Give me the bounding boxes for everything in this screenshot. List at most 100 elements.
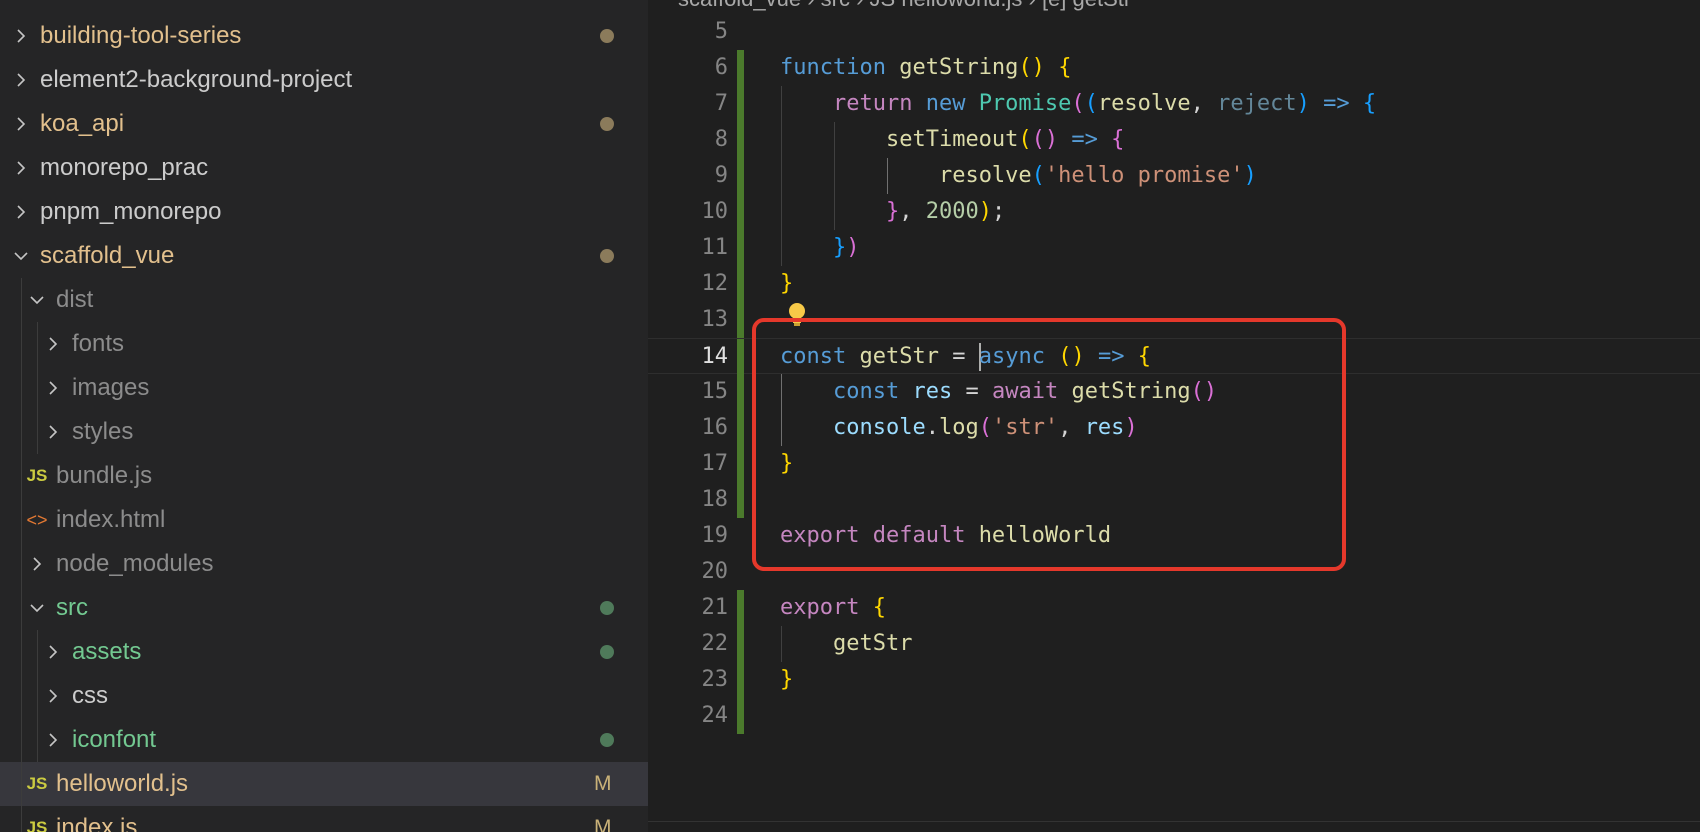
code-line[interactable]: 20 (648, 554, 1700, 590)
chevron-right-icon[interactable] (10, 58, 32, 102)
code-text[interactable]: function getString() { (780, 50, 1071, 86)
code-token: = (938, 344, 979, 369)
tree-file-item[interactable]: JS bundle.js (0, 454, 648, 498)
chevron-right-icon[interactable] (10, 146, 32, 190)
chevron-right-icon[interactable] (10, 102, 32, 146)
code-text[interactable]: getStr (780, 626, 912, 662)
code-text[interactable]: } (780, 446, 793, 482)
line-number: 10 (701, 199, 729, 224)
line-number: 21 (701, 595, 729, 620)
code-token: { (1362, 91, 1377, 116)
chevron-right-icon[interactable] (42, 366, 64, 410)
code-line[interactable]: 24 (648, 698, 1700, 734)
tree-folder-item[interactable]: fonts (0, 322, 648, 366)
code-text[interactable]: setTimeout(() => { (780, 122, 1124, 158)
code-line[interactable]: 10 }, 2000); (648, 194, 1700, 230)
code-line[interactable]: 21 export { (648, 590, 1700, 626)
chevron-right-icon[interactable] (10, 14, 32, 58)
code-token: } (780, 271, 794, 296)
tree-folder-item[interactable]: images (0, 366, 648, 410)
chevron-down-icon[interactable] (26, 586, 48, 630)
chevron-right-icon[interactable] (42, 410, 64, 454)
code-text[interactable]: console.log('str', res) (780, 410, 1138, 446)
code-token: 2000 (925, 199, 979, 224)
code-line[interactable]: 16 console.log('str', res) (648, 410, 1700, 446)
line-number: 9 (714, 163, 728, 188)
tree-folder-item[interactable]: koa_api (0, 102, 648, 146)
code-line[interactable]: 14 const getStr = async () => { (648, 338, 1700, 375)
tree-folder-item[interactable]: element2-background-project (0, 58, 648, 102)
code-text[interactable]: export default helloWorld (780, 518, 1111, 554)
code-text[interactable]: return new Promise((resolve, reject) => … (780, 86, 1376, 122)
line-number: 14 (701, 344, 729, 369)
code-line[interactable]: 17} (648, 446, 1700, 482)
tree-folder-item[interactable]: building-tool-series (0, 14, 648, 58)
tree-folder-item[interactable]: css (0, 674, 648, 718)
tree-file-item[interactable]: JS helloworld.js M (0, 762, 648, 806)
tree-item-label: monorepo_prac (40, 154, 209, 181)
code-line[interactable]: 22 getStr (648, 626, 1700, 662)
code-line[interactable]: 18 (648, 482, 1700, 518)
code-token: 'str' (991, 415, 1059, 440)
git-status-dot (600, 29, 614, 43)
tree-folder-item[interactable]: assets (0, 630, 648, 674)
lightbulb-icon[interactable] (786, 302, 808, 328)
tree-folder-item[interactable]: iconfont (0, 718, 648, 762)
code-line[interactable]: 15 const res = await getString() (648, 374, 1700, 410)
code-token: const (780, 344, 860, 369)
horizontal-scrollbar[interactable] (648, 821, 1700, 832)
tree-folder-item[interactable]: pnpm_monorepo (0, 190, 648, 234)
code-token: getStr (859, 344, 939, 369)
code-line[interactable]: 11 }) (648, 230, 1700, 266)
tree-item-label: pnpm_monorepo (40, 198, 222, 225)
code-editor[interactable]: scaffold_vue › src › JS helloworld.js › … (648, 0, 1700, 832)
code-line[interactable]: 6 function getString() { (648, 50, 1700, 86)
chevron-right-icon[interactable] (42, 630, 64, 674)
code-token: { (1137, 344, 1151, 369)
tree-item-label: helloworld.js (56, 770, 189, 797)
git-added-gutter-mark (737, 482, 744, 518)
code-text[interactable]: const getStr = async () => { (780, 339, 1151, 375)
code-line[interactable]: 7 return new Promise((resolve, reject) =… (648, 86, 1700, 122)
code-line[interactable]: 8 setTimeout(() => { (648, 122, 1700, 158)
code-line[interactable]: 23} (648, 662, 1700, 698)
code-token: res (912, 379, 953, 404)
code-lines[interactable]: 5 6 function getString() {7 return new Pro… (648, 14, 1700, 734)
code-line[interactable]: 19 export default helloWorld (648, 518, 1700, 554)
chevron-right-icon[interactable] (26, 542, 48, 586)
code-token: } (780, 667, 794, 692)
code-text[interactable]: } (780, 266, 793, 302)
code-text[interactable]: } (780, 662, 793, 698)
git-added-gutter-mark (737, 50, 744, 86)
code-text[interactable]: const res = await getString() (780, 374, 1217, 410)
code-line[interactable]: 9 resolve('hello promise') (648, 158, 1700, 194)
code-text[interactable]: export { (780, 590, 886, 626)
tree-folder-item[interactable]: node_modules (0, 542, 648, 586)
chevron-down-icon[interactable] (10, 234, 32, 278)
tree-folder-item[interactable]: src (0, 586, 648, 630)
indent-guide (21, 630, 22, 674)
tree-folder-item[interactable]: dist (0, 278, 648, 322)
chevron-right-icon[interactable] (10, 190, 32, 234)
code-line[interactable]: 12} (648, 266, 1700, 302)
tree-folder-item[interactable]: scaffold_vue (0, 234, 648, 278)
breadcrumb[interactable]: scaffold_vue › src › JS helloworld.js › … (678, 0, 1131, 14)
code-text[interactable]: }, 2000); (780, 194, 1005, 230)
code-token: const (832, 379, 913, 404)
tree-file-item[interactable]: <> index.html (0, 498, 648, 542)
code-line[interactable]: 5 (648, 14, 1700, 50)
tree-folder-item[interactable]: monorepo_prac (0, 146, 648, 190)
line-number: 19 (701, 523, 729, 548)
chevron-right-icon[interactable] (42, 322, 64, 366)
code-token: getString (1071, 379, 1191, 404)
tree-file-item[interactable]: JS index.js M (0, 806, 648, 832)
chevron-right-icon[interactable] (42, 718, 64, 762)
chevron-right-icon[interactable] (42, 674, 64, 718)
tree-folder-item[interactable]: styles (0, 410, 648, 454)
git-added-gutter-mark (737, 302, 744, 338)
code-text[interactable]: resolve('hello promise') (780, 158, 1257, 194)
chevron-down-icon[interactable] (26, 278, 48, 322)
code-text[interactable]: }) (780, 230, 860, 266)
code-token: } (832, 235, 847, 260)
